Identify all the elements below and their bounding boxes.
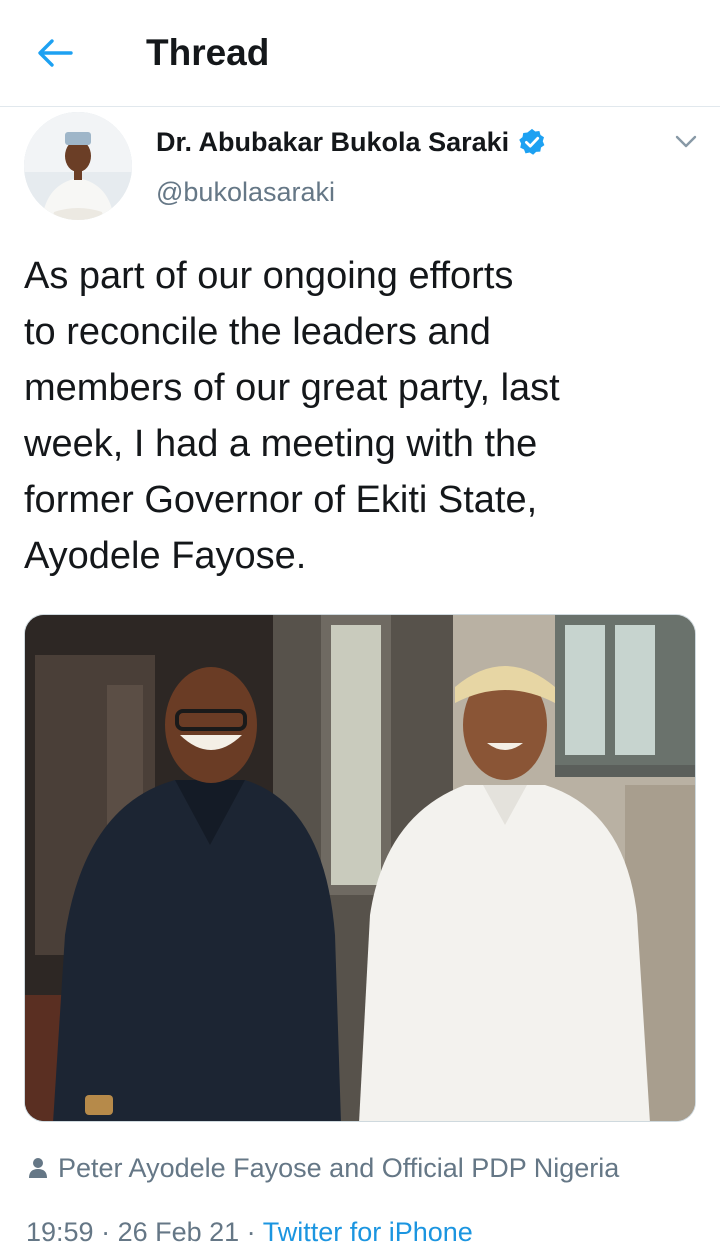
thread-header: Thread — [0, 0, 720, 107]
tweet-text: As part of our ongoing efforts to reconc… — [24, 255, 560, 577]
arrow-left-icon — [38, 39, 73, 67]
tweet-time: 19:59 — [26, 1217, 94, 1247]
tweet-photo[interactable] — [24, 614, 696, 1122]
tagged-users[interactable]: Peter Ayodele Fayose and Official PDP Ni… — [28, 1148, 619, 1188]
chevron-down-icon — [675, 135, 697, 148]
author-handle[interactable]: @bukolasaraki — [156, 174, 335, 210]
author-name-row[interactable]: Dr. Abubakar Bukola Saraki — [156, 124, 547, 160]
separator: · — [93, 1217, 118, 1247]
avatar[interactable] — [24, 112, 132, 220]
tweet-source-link[interactable]: Twitter for iPhone — [263, 1217, 473, 1247]
page-title: Thread — [146, 32, 270, 73]
person-icon — [29, 1158, 47, 1178]
tweet-metadata: 19:59 · 26 Feb 21 · Twitter for iPhone — [26, 1212, 473, 1252]
tweet-date: 26 Feb 21 — [117, 1217, 240, 1247]
tweet-menu-button[interactable] — [668, 124, 704, 160]
verified-badge-icon — [519, 128, 545, 155]
author-name[interactable]: Dr. Abubakar Bukola Saraki — [156, 124, 509, 160]
separator: · — [239, 1217, 263, 1247]
tagged-users-text[interactable]: Peter Ayodele Fayose and Official PDP Ni… — [58, 1148, 619, 1188]
back-button[interactable] — [30, 30, 80, 76]
